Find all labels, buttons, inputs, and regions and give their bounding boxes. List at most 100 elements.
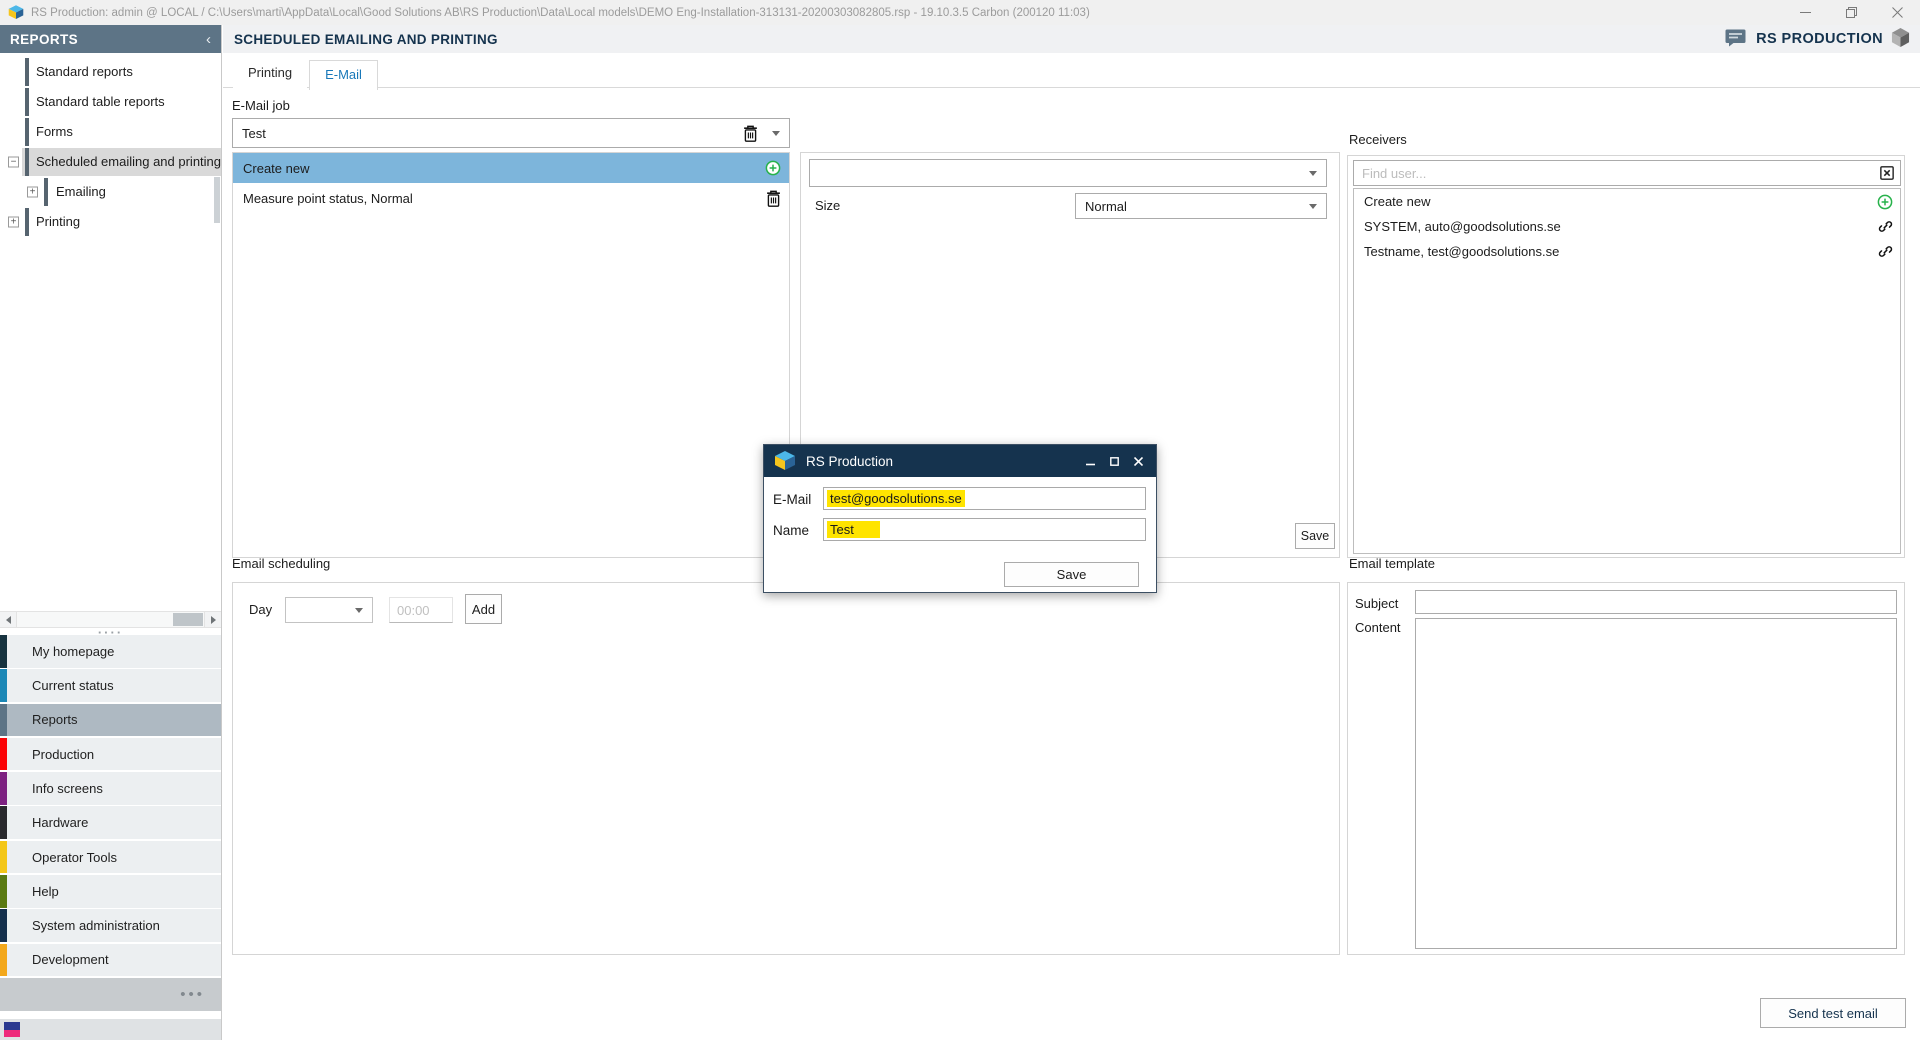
delete-icon[interactable] (766, 190, 781, 207)
day-combobox[interactable] (285, 597, 373, 623)
nav-item[interactable]: Operator Tools (0, 841, 221, 874)
tree-item[interactable]: Standard table reports (0, 87, 221, 117)
size-combobox[interactable]: Normal (1075, 193, 1327, 219)
find-user-searchbox (1353, 160, 1901, 186)
reports-tree: Standard reports Standard table reports … (0, 53, 221, 611)
tree-item[interactable]: Printing (0, 207, 221, 237)
nav-item-color-bar (0, 635, 7, 668)
window-title: RS Production: admin @ LOCAL / C:\Users\… (31, 7, 1782, 19)
subject-label: Subject (1355, 592, 1398, 616)
dialog-minimize-icon[interactable] (1080, 451, 1100, 471)
sidebar-footer (0, 1019, 221, 1040)
receiver-list-item[interactable]: SYSTEM, auto@goodsolutions.se (1354, 214, 1900, 239)
add-schedule-button[interactable]: Add (465, 594, 502, 624)
email-scheduling-panel: Day Add (232, 582, 1340, 955)
job-item-label: Measure point status, Normal (243, 191, 766, 206)
tab-strip: Printing E-Mail (223, 53, 1920, 88)
tree-item[interactable]: Forms (0, 117, 221, 147)
dialog-title: RS Production (806, 454, 1080, 469)
job-item-label: Create new (243, 161, 765, 176)
dropdown-arrow-icon[interactable] (1309, 204, 1317, 209)
nav-item[interactable]: My homepage (0, 635, 221, 668)
app-logo-icon (774, 451, 796, 471)
close-icon[interactable] (1874, 0, 1920, 25)
content-label: Content (1355, 620, 1401, 635)
scrollbar-thumb[interactable] (173, 613, 203, 626)
comment-icon[interactable] (1725, 29, 1746, 50)
tree-expander-icon[interactable] (8, 217, 19, 228)
dialog-name-value: Test (827, 521, 880, 538)
tab[interactable]: Printing (233, 59, 307, 89)
nav-item[interactable]: Reports (0, 704, 221, 737)
scroll-left-icon[interactable] (0, 612, 17, 627)
collapse-sidebar-icon[interactable]: ‹ (206, 31, 211, 48)
nav-item[interactable]: Development (0, 944, 221, 977)
report-combobox[interactable] (809, 159, 1327, 187)
tree-expander-icon[interactable] (27, 187, 38, 198)
dropdown-arrow-icon[interactable] (772, 131, 780, 136)
dialog-name-field[interactable]: Test (823, 518, 1146, 541)
nav-item-color-bar (0, 909, 7, 942)
tree-item[interactable]: Standard reports (0, 57, 221, 87)
page-title: SCHEDULED EMAILING AND PRINTING (234, 32, 1725, 47)
dialog-titlebar[interactable]: RS Production (764, 445, 1156, 477)
nav-item-color-bar (0, 806, 7, 839)
job-list-item[interactable]: Create new (233, 153, 789, 183)
nav-item[interactable]: Current status (0, 669, 221, 702)
tree-expander-icon[interactable] (8, 157, 19, 168)
more-options-icon[interactable]: ••• (180, 986, 205, 1003)
nav-item-label: Help (32, 884, 59, 899)
subject-input[interactable] (1415, 590, 1897, 614)
size-value: Normal (1085, 199, 1309, 214)
nav-item[interactable]: System administration (0, 909, 221, 942)
find-user-input[interactable] (1362, 166, 1880, 181)
tree-item[interactable]: Scheduled emailing and printing (0, 147, 221, 177)
nav-item-label: Hardware (32, 815, 88, 830)
tree-item[interactable]: Emailing (0, 177, 221, 207)
time-input[interactable] (389, 597, 453, 623)
nav-more-panel: ••• (0, 978, 221, 1011)
brand-cube-icon (1891, 27, 1910, 51)
content-input[interactable] (1415, 618, 1897, 949)
link-icon[interactable] (1878, 219, 1893, 234)
module-nav: My homepage Current status Reports Produ… (0, 635, 221, 978)
tree-item-label: Standard table reports (0, 87, 221, 117)
dropdown-arrow-icon[interactable] (355, 608, 363, 613)
scroll-right-icon[interactable] (204, 612, 221, 627)
receiver-list-item[interactable]: Create new (1354, 189, 1900, 214)
add-icon[interactable] (765, 160, 781, 176)
save-job-button[interactable]: Save (1295, 523, 1335, 549)
nav-item[interactable]: Production (0, 738, 221, 771)
dialog-email-field[interactable]: test@goodsolutions.se (823, 487, 1146, 510)
tree-item-label: Standard reports (0, 57, 221, 87)
email-template-label: Email template (1349, 556, 1435, 571)
nav-item[interactable]: Hardware (0, 806, 221, 839)
add-icon[interactable] (1877, 194, 1893, 210)
nav-item[interactable]: Info screens (0, 772, 221, 805)
nav-item[interactable]: Help (0, 875, 221, 908)
nav-item-color-bar (0, 875, 7, 908)
delete-job-icon[interactable] (743, 125, 758, 142)
minimize-icon[interactable] (1782, 0, 1828, 25)
tab-label: Printing (248, 65, 292, 80)
receivers-list: Create new SYSTEM, auto@goodsolutions.se (1353, 188, 1901, 554)
sidebar-header: REPORTS ‹ (0, 25, 221, 53)
clear-search-icon[interactable] (1880, 166, 1894, 180)
receiver-list-item[interactable]: Testname, test@goodsolutions.se (1354, 239, 1900, 264)
maximize-icon[interactable] (1828, 0, 1874, 25)
dropdown-arrow-icon[interactable] (1309, 171, 1317, 176)
dialog-email-label: E-Mail (773, 492, 811, 507)
tab[interactable]: E-Mail (309, 60, 378, 90)
dialog-save-button[interactable]: Save (1004, 562, 1139, 587)
email-job-value: Test (242, 126, 743, 141)
footer-flag-icon (4, 1022, 20, 1037)
nav-item-label: Current status (32, 678, 114, 693)
dialog-maximize-icon[interactable] (1104, 451, 1124, 471)
job-list-item[interactable]: Measure point status, Normal (233, 183, 789, 213)
send-test-email-button[interactable]: Send test email (1760, 998, 1906, 1028)
link-icon[interactable] (1878, 244, 1893, 259)
email-job-combobox[interactable]: Test (232, 118, 790, 148)
tree-item-label: Forms (0, 117, 221, 147)
nav-item-label: Production (32, 747, 94, 762)
dialog-close-icon[interactable] (1128, 451, 1148, 471)
